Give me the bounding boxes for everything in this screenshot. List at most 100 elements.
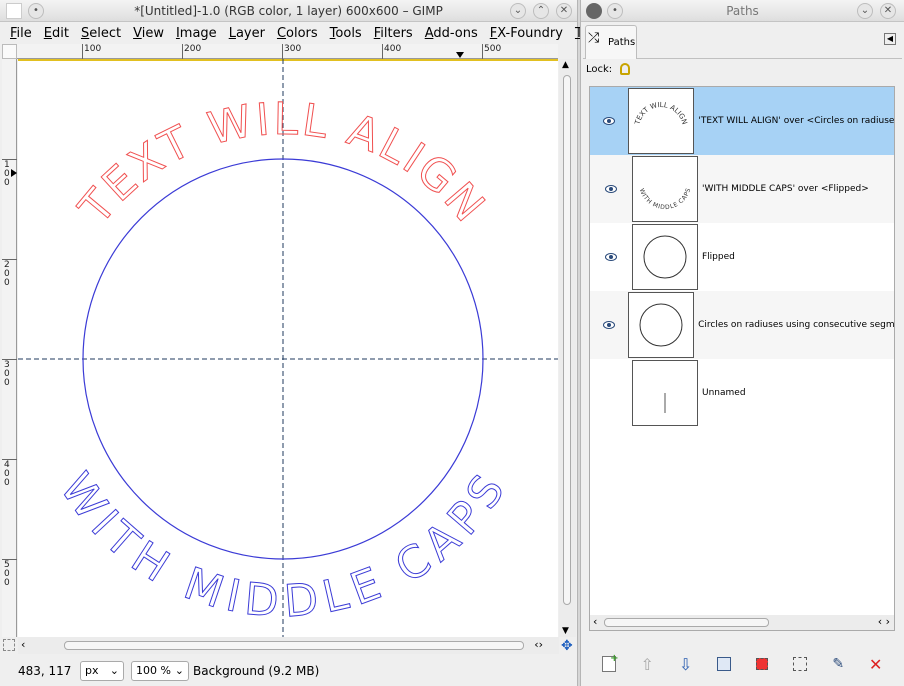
menubar: File Edit Select View Image Layer Colors… (0, 23, 594, 43)
svg-text:TEXT WILL ALIGN: TEXT WILL ALIGN (634, 101, 689, 126)
svg-text:WITH MIDDLE CAPS: WITH MIDDLE CAPS (638, 187, 693, 211)
dock-tab-header: ⤮ Paths ◀ (583, 23, 902, 59)
statusbar: 483, 117 px ⌄ 100 % ⌄ Background (9.2 MB) (0, 655, 578, 686)
ruler-label: 2 0 0 (4, 260, 10, 288)
path-name: Circles on radiuses using consecutive se… (698, 320, 894, 330)
path-row[interactable]: Flipped (590, 223, 894, 291)
pointer-marker-icon (11, 169, 17, 177)
raise-path-icon[interactable]: ⇧ (641, 655, 654, 674)
minimize-button[interactable]: ⌄ (510, 3, 526, 19)
dock-menu-button[interactable]: ◀ (884, 33, 896, 45)
paths-list[interactable]: TEXT WILL ALIGN 'TEXT WILL ALIGN' over <… (589, 86, 895, 631)
path-row[interactable]: Circles on radiuses using consecutive se… (590, 291, 894, 359)
menu-tools[interactable]: Tools (330, 26, 362, 41)
lower-path-icon[interactable]: ⇩ (679, 655, 692, 674)
eye-icon[interactable] (590, 117, 628, 125)
menu-select[interactable]: Select (81, 26, 121, 41)
vertical-ruler[interactable]: 1 0 0 2 0 0 3 0 0 4 0 0 5 0 0 (2, 59, 17, 637)
ruler-label: 500 (484, 44, 502, 54)
path-name: 'WITH MIDDLE CAPS' over <Flipped> (702, 184, 869, 194)
path-thumbnail (632, 224, 698, 290)
zoom-select[interactable]: 100 % ⌄ (131, 660, 189, 681)
path-row[interactable]: WITH MIDDLE CAPS 'WITH MIDDLE CAPS' over… (590, 155, 894, 223)
ruler-label: 3 0 0 (4, 360, 10, 388)
lock-label: Lock: (586, 63, 613, 75)
close-button[interactable]: ✕ (556, 3, 572, 19)
path-row[interactable]: TEXT WILL ALIGN 'TEXT WILL ALIGN' over <… (590, 87, 894, 155)
menu-filters[interactable]: Filters (374, 26, 413, 41)
navigate-icon[interactable]: ✥ (561, 638, 573, 654)
paths-dock: • Paths ⌄ ✕ ⤮ Paths ◀ Lock: TEXT WILL AL… (580, 0, 904, 686)
duplicate-path-icon[interactable] (717, 657, 732, 671)
path-name: Flipped (702, 252, 735, 262)
path-to-selection-icon[interactable] (756, 658, 769, 670)
unit-value: px (85, 664, 99, 677)
menu-image[interactable]: Image (176, 26, 217, 41)
path-thumbnail (628, 292, 695, 358)
window-title: *[Untitled]-1.0 (RGB color, 1 layer) 600… (134, 4, 443, 18)
image-window: • *[Untitled]-1.0 (RGB color, 1 layer) 6… (0, 0, 594, 686)
menu-fx-foundry[interactable]: FX-Foundry (490, 26, 563, 41)
ruler-corner-button[interactable] (2, 44, 17, 59)
zoom-value: 100 % (136, 664, 171, 677)
menu-view[interactable]: View (133, 26, 164, 41)
path-row[interactable]: Unnamed (590, 359, 894, 427)
paths-titlebar: • Paths ⌄ ✕ (581, 0, 904, 22)
ruler-label: 4 0 0 (4, 460, 10, 488)
scroll-up-icon[interactable]: ▲ (562, 60, 569, 70)
image-canvas[interactable]: TEXT WILL ALIGN WITH MIDDLE CAPS (18, 59, 558, 637)
horizontal-scroll-thumb[interactable] (64, 641, 524, 650)
lock-row: Lock: (586, 63, 631, 75)
image-window-titlebar: • *[Untitled]-1.0 (RGB color, 1 layer) 6… (0, 0, 577, 22)
tab-label: Paths (608, 37, 636, 48)
paths-hscrollbar[interactable]: ‹ ‹ › (590, 615, 894, 630)
close-button[interactable]: ✕ (880, 3, 896, 19)
maximize-button[interactable]: ⌃ (533, 3, 549, 19)
path-thumbnail: TEXT WILL ALIGN (628, 88, 695, 154)
quick-mask-toggle[interactable] (3, 639, 15, 651)
ruler-label: 400 (384, 44, 402, 54)
menu-layer[interactable]: Layer (229, 26, 265, 41)
canvas-drawing: TEXT WILL ALIGN WITH MIDDLE CAPS (18, 59, 558, 637)
menu-file[interactable]: File (10, 26, 32, 41)
scroll-left-icon[interactable]: ‹ (593, 615, 597, 628)
paths-button-bar: + ⇧ ⇩ ✎ ✕ (589, 649, 895, 679)
menu-colors[interactable]: Colors (277, 26, 318, 41)
minimize-button[interactable]: ⌄ (857, 3, 873, 19)
image-boundary (18, 59, 558, 61)
scroll-right-icon[interactable]: ‹ › (878, 615, 890, 628)
tab-paths[interactable]: ⤮ Paths (585, 25, 637, 59)
chevron-down-icon: ⌄ (109, 664, 119, 677)
path-name: Unnamed (702, 388, 746, 398)
menu-edit[interactable]: Edit (44, 26, 69, 41)
paths-tab-icon: ⤮ (588, 30, 600, 46)
unit-select[interactable]: px ⌄ (80, 660, 124, 681)
ruler-label: 5 0 0 (4, 560, 10, 588)
horizontal-scrollbar[interactable]: ‹ ‹› (18, 637, 559, 654)
menu-addons[interactable]: Add-ons (425, 26, 478, 41)
lock-icon[interactable] (620, 63, 631, 75)
ruler-label: 100 (84, 44, 102, 54)
eye-icon[interactable] (590, 253, 632, 261)
scroll-down-icon[interactable]: ▼ (562, 626, 569, 636)
ruler-label: 300 (284, 44, 302, 54)
paths-window-title: Paths (726, 4, 759, 18)
ruler-label: 1 0 0 (4, 160, 10, 188)
new-path-icon[interactable]: + (601, 653, 619, 672)
eye-icon[interactable] (590, 321, 628, 329)
ruler-label: 200 (184, 44, 202, 54)
vertical-scrollbar[interactable]: ▲ ▼ (559, 59, 576, 637)
eye-icon[interactable] (590, 185, 632, 193)
paths-hscroll-thumb[interactable] (604, 618, 769, 627)
selection-to-path-icon[interactable] (793, 657, 808, 671)
pointer-coordinates: 483, 117 (18, 663, 72, 678)
delete-path-icon[interactable]: ✕ (869, 655, 882, 674)
chevron-down-icon: ⌄ (174, 664, 184, 677)
horizontal-ruler[interactable]: 100 200 300 400 500 (17, 44, 558, 59)
scroll-left-icon[interactable]: ‹ (21, 638, 25, 651)
vertical-scroll-thumb[interactable] (563, 75, 571, 605)
scroll-right-icon[interactable]: ‹› (534, 638, 543, 651)
layer-info: Background (9.2 MB) (193, 663, 320, 678)
path-name: 'TEXT WILL ALIGN' over <Circles on radiu… (698, 116, 894, 126)
paint-along-path-icon[interactable]: ✎ (832, 656, 844, 672)
